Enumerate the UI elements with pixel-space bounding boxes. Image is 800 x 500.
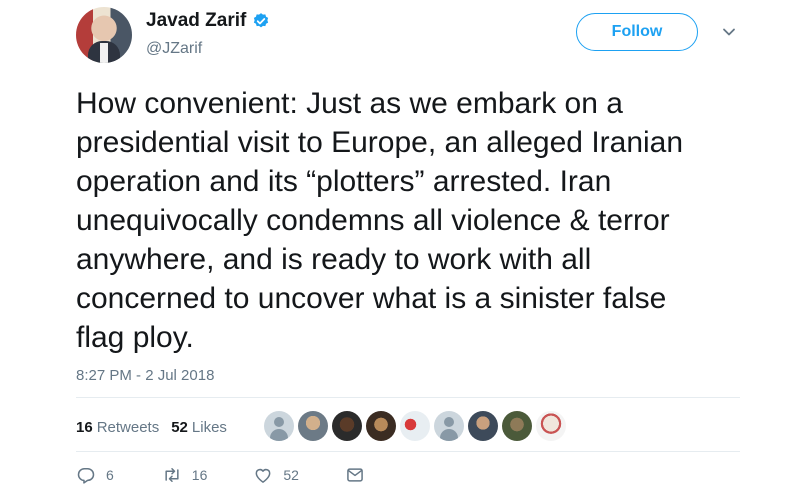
- liker-avatar[interactable]: [536, 411, 566, 441]
- tweet-text: How convenient: Just as we embark on a p…: [76, 87, 684, 354]
- divider: [76, 451, 740, 452]
- liker-avatar[interactable]: [264, 411, 294, 441]
- liker-avatar[interactable]: [400, 411, 430, 441]
- liker-avatar[interactable]: [332, 411, 362, 441]
- retweets-count: 16: [76, 419, 93, 436]
- retweet-icon: [165, 468, 179, 482]
- divider: [76, 397, 740, 398]
- liker-avatar[interactable]: [366, 411, 396, 441]
- engagement-stats: 16 Retweets 52 Likes: [76, 419, 227, 436]
- retweet-count: 16: [191, 467, 208, 483]
- like-action[interactable]: 52: [253, 465, 299, 485]
- author-name-line: Javad Zarif: [146, 10, 270, 32]
- reply-action[interactable]: 6: [76, 465, 114, 485]
- like-icon: [255, 468, 271, 483]
- chevron-down-icon[interactable]: [722, 27, 736, 37]
- verified-badge-icon: [254, 13, 269, 28]
- author-handle[interactable]: @JZarif: [146, 40, 202, 58]
- direct-message-icon: [347, 468, 363, 482]
- avatar-shirt: [100, 43, 108, 63]
- retweets-label: Retweets: [96, 419, 160, 436]
- follow-button[interactable]: Follow: [576, 13, 698, 51]
- retweets-stat[interactable]: 16 Retweets: [76, 419, 159, 436]
- avatar[interactable]: [76, 7, 132, 63]
- liker-avatar[interactable]: [468, 411, 498, 441]
- likes-count: 52: [171, 419, 188, 436]
- liker-avatars: [264, 411, 566, 441]
- tweet-timestamp[interactable]: 8:27 PM - 2 Jul 2018: [76, 367, 214, 384]
- liker-avatar[interactable]: [502, 411, 532, 441]
- liker-avatar[interactable]: [298, 411, 328, 441]
- direct-message-action[interactable]: [345, 465, 365, 485]
- tweet-card: Javad Zarif @JZarif Follow How convenien…: [0, 0, 800, 500]
- likes-stat[interactable]: 52 Likes: [171, 419, 227, 436]
- likes-label: Likes: [191, 419, 227, 436]
- retweet-action[interactable]: 16: [162, 465, 208, 485]
- reply-count: 6: [106, 467, 114, 483]
- tweet-actions: 6 16 52: [76, 465, 365, 485]
- like-count: 52: [283, 467, 299, 483]
- author-name[interactable]: Javad Zarif: [146, 10, 246, 32]
- liker-avatar[interactable]: [434, 411, 464, 441]
- reply-icon: [77, 468, 95, 484]
